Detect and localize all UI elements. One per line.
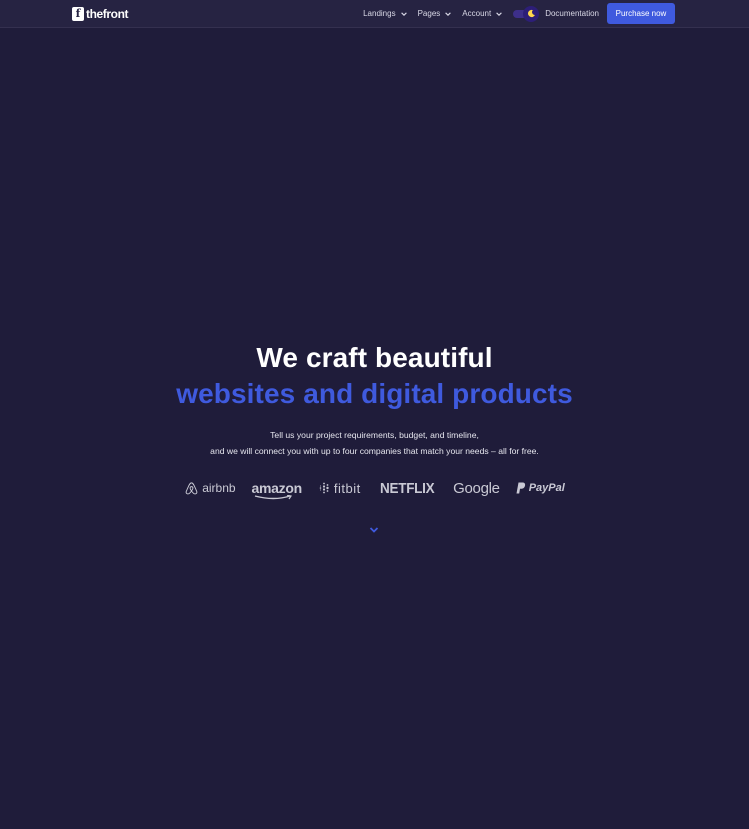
google-wordmark: Google	[453, 479, 500, 497]
nav-item-label: Landings	[363, 9, 396, 18]
navbar: f thefront Landings Pages Account Docume…	[0, 0, 749, 28]
partner-logos: airbnb amazon fitbit NETFLIX Google PayP…	[0, 478, 749, 500]
fitbit-logo: fitbit	[318, 481, 361, 496]
hero-title-line2: websites and digital products	[176, 378, 573, 409]
nav-item-pages[interactable]: Pages	[418, 9, 453, 18]
nav-item-account[interactable]: Account	[462, 9, 503, 18]
paypal-wordmark: PayPal	[528, 482, 565, 494]
airbnb-logo: airbnb	[184, 481, 236, 496]
hero-title-line1: We craft beautiful	[256, 342, 493, 373]
theme-toggle[interactable]	[513, 5, 540, 22]
nav-item-label: Account	[462, 9, 492, 18]
hero-subtitle: Tell us your project requirements, budge…	[0, 427, 749, 459]
amazon-wordmark: amazon	[251, 480, 303, 496]
nav-menu: Landings Pages Account Documentation Pur…	[363, 3, 675, 24]
hero-title: We craft beautiful websites and digital …	[0, 340, 749, 412]
scroll-down-chevron-icon[interactable]	[368, 524, 380, 536]
chevron-down-icon	[496, 11, 502, 16]
nav-item-label: Pages	[417, 9, 441, 18]
logo-mark: f	[72, 7, 84, 21]
moon-icon	[527, 9, 535, 18]
netflix-wordmark: NETFLIX	[379, 479, 435, 497]
fitbit-wordmark: fitbit	[333, 480, 361, 496]
nav-item-landings[interactable]: Landings	[363, 9, 407, 18]
hero-subtitle-line2: and we will connect you with up to four …	[210, 446, 539, 456]
fitbit-dots-icon	[319, 482, 329, 494]
amazon-smile-icon	[254, 495, 292, 500]
netflix-logo: NETFLIX	[379, 479, 435, 497]
hero: We craft beautiful websites and digital …	[0, 340, 749, 459]
chevron-down-icon	[400, 11, 407, 16]
documentation-link[interactable]: Documentation	[545, 9, 599, 18]
amazon-logo: amazon	[251, 480, 303, 500]
hero-subtitle-line1: Tell us your project requirements, budge…	[270, 430, 479, 440]
airbnb-icon	[185, 481, 198, 494]
paypal-logo: PayPal	[516, 482, 565, 494]
airbnb-wordmark: airbnb	[202, 481, 236, 495]
toggle-knob	[523, 5, 540, 22]
google-logo: Google	[453, 480, 500, 497]
purchase-now-button[interactable]: Purchase now	[607, 3, 675, 24]
logo-text: thefront	[86, 7, 129, 21]
logo[interactable]: f thefront	[72, 6, 129, 22]
chevron-down-icon	[445, 11, 452, 16]
paypal-icon	[516, 482, 525, 494]
